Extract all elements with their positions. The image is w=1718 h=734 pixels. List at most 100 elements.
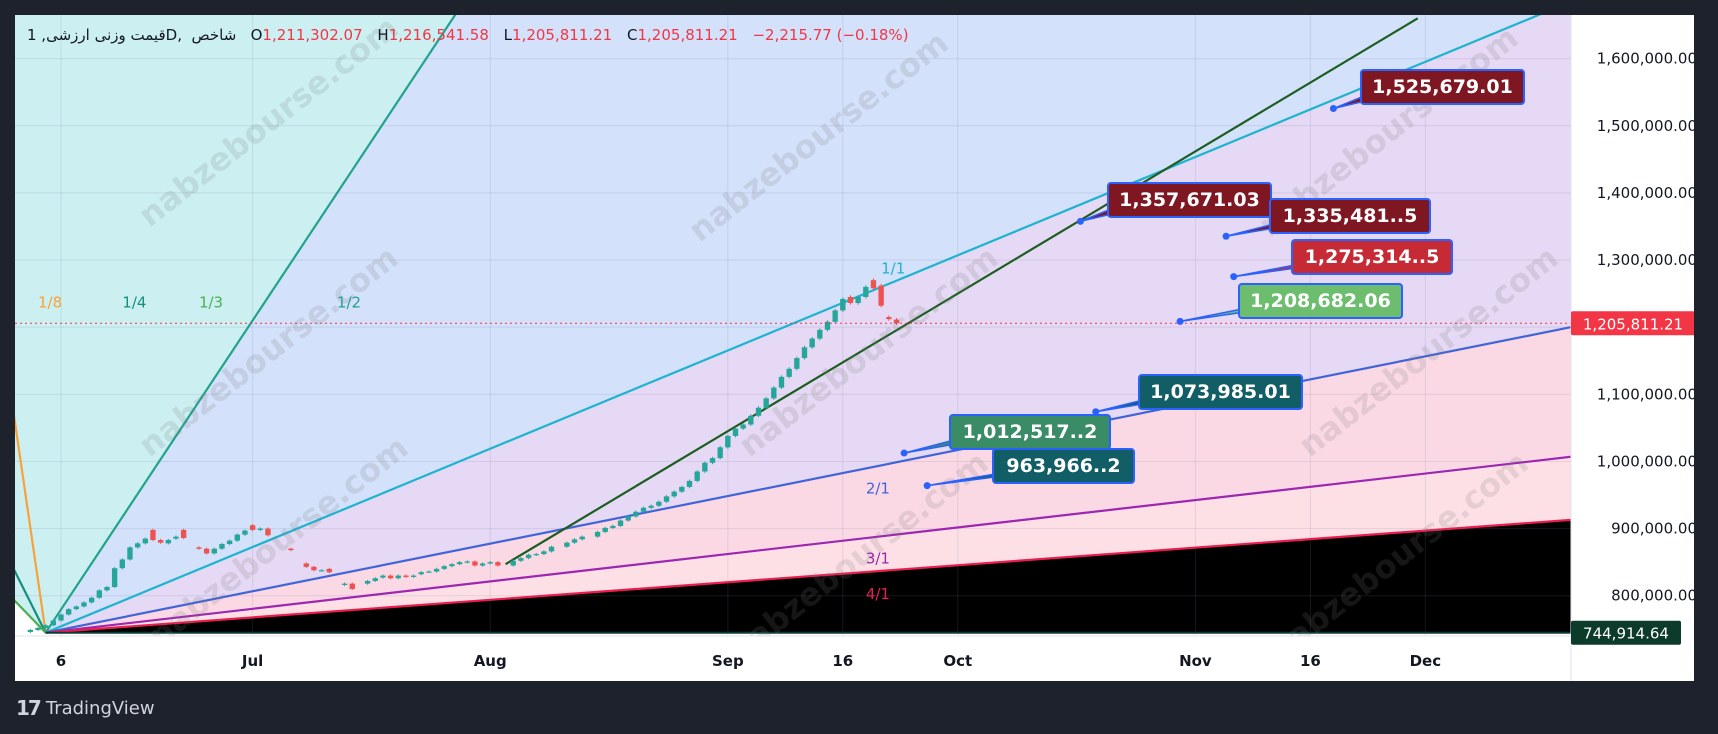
candle-100	[863, 286, 869, 297]
candle-94	[817, 329, 823, 339]
candle-69	[625, 516, 631, 521]
candle-71	[640, 507, 647, 512]
symbol-name[interactable]: 1 ,قیمت وزنی ارزشی	[27, 26, 166, 44]
candle-36	[341, 583, 348, 585]
candle-11	[111, 568, 118, 587]
candle-90	[786, 368, 792, 377]
candle-1	[35, 627, 41, 630]
gann-ray-label-1: 1/4	[122, 293, 146, 311]
callout-anchor-4	[1176, 317, 1184, 325]
gann-ray-label-0: 1/8	[38, 293, 62, 311]
callout-anchor-3	[1230, 273, 1238, 281]
candle-46	[426, 571, 432, 573]
candle-49	[449, 564, 455, 567]
candle-78	[694, 471, 700, 481]
candle-4	[58, 614, 64, 621]
high-value: 1,216,541.58	[388, 26, 489, 44]
y-tick-label-2: 1,000,000.00	[1597, 452, 1694, 470]
callout-anchor-0	[1329, 105, 1337, 113]
callout-label-3: 1,275,314..5	[1305, 246, 1440, 268]
callout-anchor-7	[923, 482, 931, 490]
x-tick-label-5: Oct	[943, 652, 972, 670]
candle-21	[196, 547, 202, 549]
callout-label-7: 963,966..2	[1006, 455, 1120, 477]
callout-label-0: 1,525,679.01	[1372, 76, 1513, 98]
candle-65	[594, 531, 601, 537]
price-axis-bg	[1571, 15, 1694, 681]
y-tick-label-3: 1,100,000.00	[1597, 385, 1694, 403]
low-value: 1,205,811.21	[512, 26, 613, 44]
candle-18	[165, 539, 171, 544]
x-tick-label-8: Dec	[1410, 652, 1442, 670]
candle-55	[495, 562, 501, 566]
candle-9	[96, 590, 102, 598]
candle-73	[656, 501, 662, 506]
candle-24	[219, 544, 225, 549]
candle-34	[318, 570, 325, 572]
candle-92	[801, 347, 808, 359]
x-tick-label-2: Aug	[474, 652, 507, 670]
y-tick-label-6: 1,400,000.00	[1597, 184, 1694, 202]
change-value: −2,215.77 (−0.18%)	[752, 26, 909, 44]
candle-67	[610, 525, 616, 528]
footer: 17 TradingView	[16, 696, 155, 720]
open-label: O	[250, 26, 263, 44]
candle-97	[840, 298, 846, 311]
open-value: 1,211,302.07	[262, 26, 363, 44]
gann-ray-label-6: 3/1	[866, 549, 890, 567]
candle-51	[464, 561, 470, 563]
candle-88	[771, 387, 777, 399]
candle-93	[809, 338, 815, 348]
candle-57	[518, 558, 524, 561]
candle-62	[564, 542, 570, 547]
candle-22	[203, 548, 210, 554]
price-chart[interactable]: nabzebourse.com nabzebourse.com nabzebours…	[15, 15, 1694, 681]
candle-63	[571, 539, 578, 543]
candle-37	[349, 583, 355, 590]
candle-82	[725, 435, 731, 448]
y-tick-label-5: 1,300,000.00	[1597, 251, 1694, 269]
candle-35	[326, 568, 332, 573]
close-value: 1,205,811.21	[637, 26, 738, 44]
brand-name[interactable]: TradingView	[46, 698, 155, 719]
tradingview-logo-icon[interactable]: 17	[16, 696, 42, 720]
candle-58	[525, 554, 532, 559]
exchange-label: شاخص	[191, 26, 237, 44]
candle-28	[249, 525, 256, 530]
candle-91	[794, 358, 800, 369]
x-tick-label-4: 16	[832, 652, 853, 670]
candle-25	[226, 540, 233, 545]
candle-26	[234, 534, 240, 541]
candle-76	[679, 486, 685, 492]
candle-39	[372, 578, 378, 581]
interval-label[interactable]: D	[166, 26, 178, 44]
candle-96	[832, 310, 838, 322]
candle-60	[541, 551, 547, 555]
x-tick-label-3: Sep	[712, 652, 744, 670]
candle-33	[311, 566, 317, 571]
y-tick-label-7: 1,500,000.00	[1597, 117, 1694, 135]
candle-44	[410, 575, 417, 577]
gann-ray-label-4: 1/1	[881, 259, 905, 277]
bottom-price-label: 744,914.64	[1583, 625, 1669, 643]
candle-16	[150, 529, 156, 540]
y-tick-label-0: 800,000.00	[1611, 587, 1694, 605]
callout-label-4: 1,208,682.06	[1250, 290, 1391, 312]
candle-99	[855, 296, 861, 304]
candle-72	[648, 505, 654, 508]
candle-42	[395, 575, 401, 579]
candle-23	[211, 548, 217, 554]
callout-label-2: 1,335,481..5	[1283, 205, 1418, 227]
candle-102	[878, 285, 884, 306]
candle-68	[617, 520, 624, 526]
callout-anchor-2	[1222, 232, 1230, 240]
candle-56	[510, 560, 516, 566]
candle-3	[50, 620, 57, 626]
candle-89	[778, 376, 785, 388]
candle-61	[548, 546, 555, 552]
callout-label-5: 1,073,985.01	[1150, 381, 1291, 403]
ohlc-legend: 1 ,قیمت وزنی ارزشیD, شاخص O1,211,302.07 …	[27, 26, 909, 44]
low-label: L	[503, 26, 513, 44]
x-tick-label-0: 6	[56, 652, 66, 670]
candle-19	[173, 536, 179, 539]
